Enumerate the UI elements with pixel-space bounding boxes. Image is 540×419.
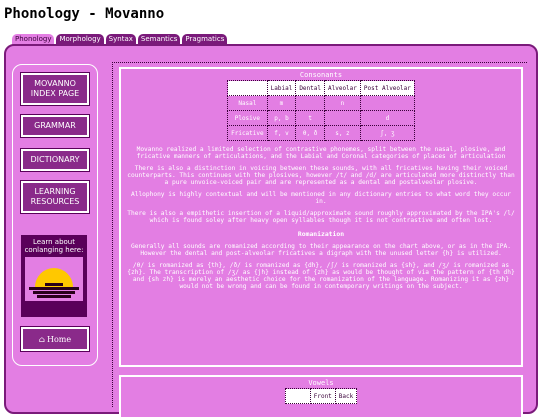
table-cell: ʃ, ʒ bbox=[359, 125, 415, 141]
table-cell: s, z bbox=[324, 125, 361, 141]
index-page-button[interactable]: MOVANNO INDEX PAGE bbox=[20, 72, 90, 106]
home-label: Home bbox=[46, 334, 72, 344]
dictionary-button[interactable]: DICTIONARY bbox=[20, 148, 90, 172]
page-title: Phonology - Movanno bbox=[4, 6, 165, 22]
consonants-title: Consonants bbox=[299, 71, 343, 79]
table-cell: f, v bbox=[266, 125, 297, 141]
table-header-row: Front Back bbox=[284, 388, 358, 404]
table-header: Labial bbox=[266, 80, 297, 96]
conlang-logo-icon[interactable] bbox=[25, 257, 83, 301]
row-label: Nasal bbox=[227, 95, 268, 111]
grammar-button[interactable]: GRAMMAR bbox=[20, 114, 90, 138]
paragraph: /θ/ is romanized as {th}, /ð/ is romaniz… bbox=[127, 262, 515, 290]
table-row: Nasal m n bbox=[227, 95, 415, 111]
sidebar: MOVANNO INDEX PAGE GRAMMAR DICTIONARY LE… bbox=[12, 64, 98, 366]
table-cell: n bbox=[324, 95, 361, 111]
table-header: Back bbox=[334, 388, 358, 404]
row-label: Plosive bbox=[227, 110, 268, 126]
vowels-title: Vowels bbox=[308, 379, 334, 387]
table-cell: m bbox=[266, 95, 297, 111]
table-header: Front bbox=[309, 388, 336, 404]
table-header bbox=[284, 388, 311, 404]
paragraph: Movanno realized a limited selection of … bbox=[136, 146, 506, 160]
paragraph: Generally all sounds are romanized accor… bbox=[131, 243, 511, 257]
table-cell: θ, ð bbox=[295, 125, 325, 141]
learning-resources-button[interactable]: LEARNING RESOURCES bbox=[20, 180, 90, 214]
table-cell: t bbox=[295, 110, 325, 126]
vowel-table: Front Back bbox=[284, 388, 358, 404]
table-header-row: Labial Dental Alveolar Post Alveolar bbox=[227, 80, 415, 96]
table-header bbox=[227, 80, 268, 96]
consonants-panel: Consonants Labial Dental Alveolar Post A… bbox=[119, 67, 523, 367]
table-cell bbox=[359, 95, 415, 111]
paragraph: There is also a empithetic insertion of … bbox=[127, 210, 515, 224]
row-label: Fricative bbox=[227, 125, 268, 141]
table-header: Alveolar bbox=[324, 80, 361, 96]
home-icon: ⌂ bbox=[38, 334, 45, 344]
table-cell bbox=[295, 95, 325, 111]
table-row: Plosive p, b t d bbox=[227, 110, 415, 126]
table-cell bbox=[324, 110, 361, 126]
home-button[interactable]: ⌂ Home bbox=[20, 326, 90, 352]
table-header: Dental bbox=[295, 80, 325, 96]
conlang-promo[interactable]: Learn about conlanging here: bbox=[21, 235, 87, 317]
table-cell: p, b bbox=[266, 110, 297, 126]
romanization-heading: Romanization bbox=[297, 230, 345, 238]
table-header: Post Alveolar bbox=[359, 80, 415, 96]
table-cell: d bbox=[359, 110, 415, 126]
consonant-table: Labial Dental Alveolar Post Alveolar Nas… bbox=[227, 80, 415, 141]
vowels-panel: Vowels Front Back bbox=[119, 375, 523, 419]
table-row: Fricative f, v θ, ð s, z ʃ, ʒ bbox=[227, 125, 415, 141]
paragraph: There is also a distinction in voicing b… bbox=[127, 165, 515, 186]
content-area: Consonants Labial Dental Alveolar Post A… bbox=[112, 62, 527, 419]
promo-text: Learn about conlanging here: bbox=[24, 238, 84, 254]
paragraph: Allophony is highly contextual and will … bbox=[131, 191, 511, 205]
